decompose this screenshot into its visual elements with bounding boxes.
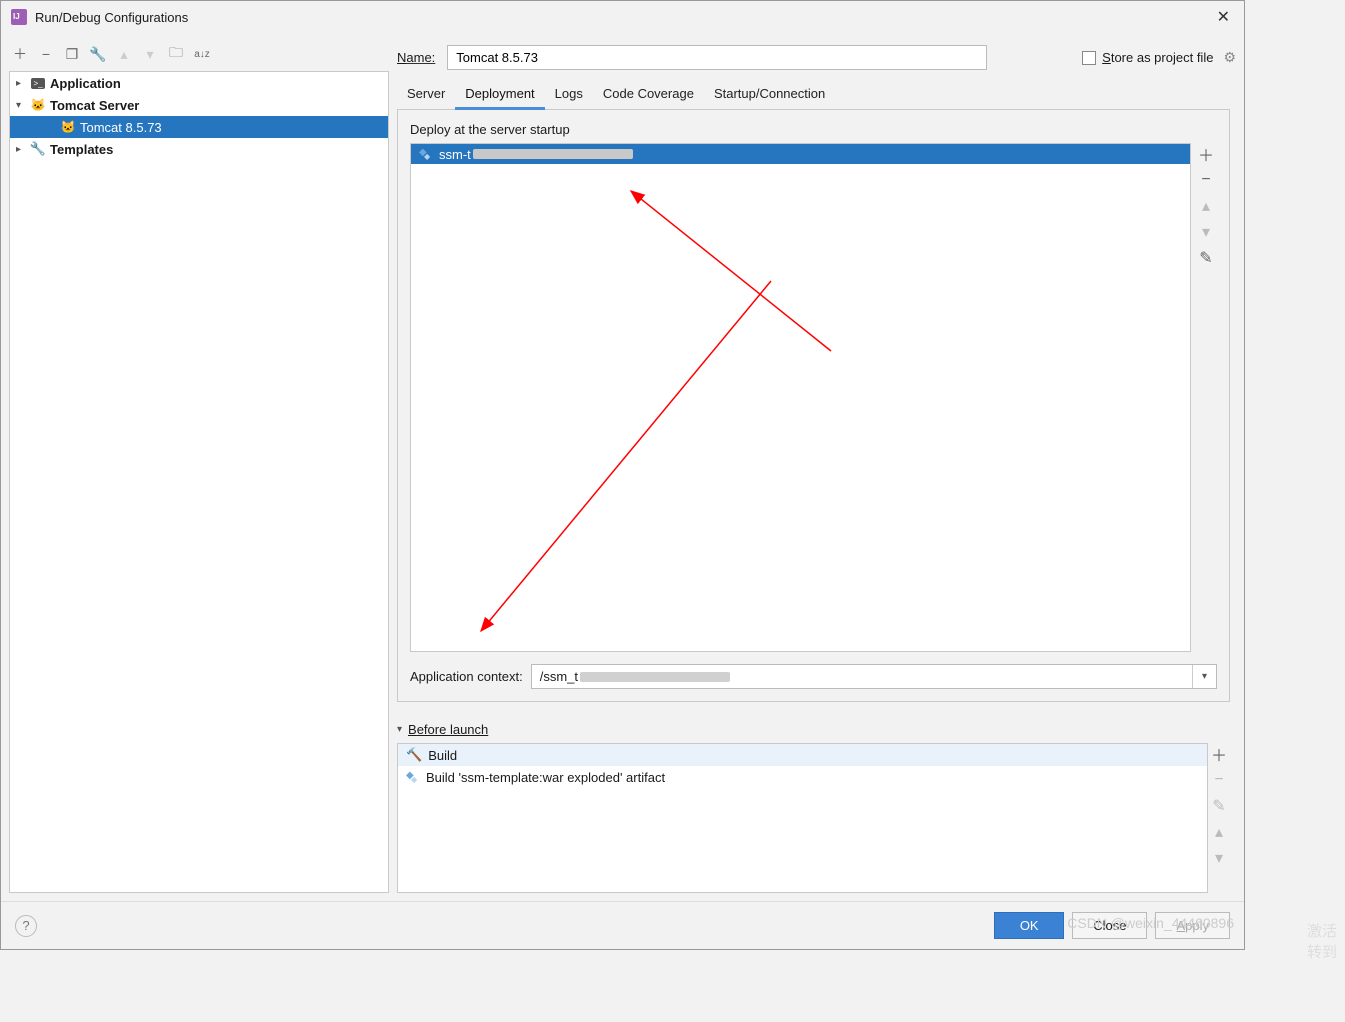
deploy-remove-button[interactable]: − (1197, 171, 1215, 189)
store-label: Store as project file (1102, 50, 1213, 65)
deploy-down-button[interactable]: ▾ (1197, 223, 1215, 241)
context-dropdown-button[interactable]: ▾ (1192, 665, 1216, 688)
deploy-add-button[interactable]: ＋ (1197, 145, 1215, 163)
tab-startup-connection[interactable]: Startup/Connection (704, 80, 835, 109)
deploy-edit-button[interactable]: ✎ (1197, 249, 1215, 267)
context-input[interactable]: /ssm_t (532, 665, 1192, 688)
artifact-icon (406, 770, 420, 784)
name-input[interactable] (447, 45, 987, 70)
wrench-icon[interactable]: 🔧 (89, 45, 107, 63)
tree-node-templates[interactable]: ▸🔧Templates (10, 138, 388, 160)
chevron-down-icon[interactable]: ▾ (397, 724, 402, 735)
watermark2: 激活转到 (1307, 920, 1337, 962)
left-panel: ＋ − ❐ 🔧 ▴ ▾ 🗀 a↓z ▸>_Application▾🐱Tomcat… (9, 41, 389, 893)
move-up-button[interactable]: ▴ (115, 45, 133, 63)
tree-node-application[interactable]: ▸>_Application (10, 72, 388, 94)
before-launch-title: Before launch (408, 722, 488, 737)
close-icon[interactable]: ✕ (1213, 7, 1234, 27)
context-label: Application context: (410, 669, 523, 684)
move-down-button[interactable]: ▾ (141, 45, 159, 63)
app-icon (11, 9, 27, 25)
hammer-icon: 🔨 (406, 747, 422, 763)
launch-toolbar: ＋ − ✎ ▴ ▾ (1208, 743, 1230, 893)
artifact-icon (419, 147, 433, 161)
apply-button[interactable]: Apply (1155, 912, 1230, 939)
gear-icon[interactable]: ⚙ (1223, 49, 1236, 66)
store-checkbox[interactable] (1082, 51, 1096, 65)
launch-add-button[interactable]: ＋ (1210, 745, 1228, 763)
tree-node-tomcat-8-5-73[interactable]: 🐱Tomcat 8.5.73 (10, 116, 388, 138)
deploy-up-button[interactable]: ▴ (1197, 197, 1215, 215)
config-tree[interactable]: ▸>_Application▾🐱Tomcat Server🐱Tomcat 8.5… (9, 71, 389, 893)
sort-button[interactable]: a↓z (193, 45, 211, 63)
window-title: Run/Debug Configurations (35, 10, 188, 25)
cancel-button[interactable]: Close (1072, 912, 1147, 939)
launch-item[interactable]: 🔨Build (398, 744, 1207, 766)
deploy-header: Deploy at the server startup (410, 122, 1217, 137)
dialog-window: Run/Debug Configurations ✕ ＋ − ❐ 🔧 ▴ ▾ 🗀… (0, 0, 1245, 950)
titlebar: Run/Debug Configurations ✕ (1, 1, 1244, 33)
launch-edit-button[interactable]: ✎ (1210, 797, 1228, 815)
right-panel: Name: Store as project file ⚙ ServerDepl… (397, 41, 1236, 893)
copy-button[interactable]: ❐ (63, 45, 81, 63)
config-toolbar: ＋ − ❐ 🔧 ▴ ▾ 🗀 a↓z (9, 41, 389, 71)
name-label: Name: (397, 50, 435, 65)
tab-logs[interactable]: Logs (545, 80, 593, 109)
tree-node-tomcat-server[interactable]: ▾🐱Tomcat Server (10, 94, 388, 116)
context-input-wrap[interactable]: /ssm_t ▾ (531, 664, 1217, 689)
launch-up-button[interactable]: ▴ (1210, 823, 1228, 841)
add-button[interactable]: ＋ (11, 45, 29, 63)
tab-deployment[interactable]: Deployment (455, 80, 544, 110)
folder-button[interactable]: 🗀 (167, 45, 185, 63)
before-launch-section: ▾ Before launch 🔨BuildBuild 'ssm-templat… (397, 720, 1230, 893)
launch-item[interactable]: Build 'ssm-template:war exploded' artifa… (398, 766, 1207, 788)
tab-server[interactable]: Server (397, 80, 455, 109)
dialog-footer: ? OK Close Apply (1, 901, 1244, 949)
remove-button[interactable]: − (37, 45, 55, 63)
launch-down-button[interactable]: ▾ (1210, 849, 1228, 867)
deploy-list[interactable]: ssm-t (410, 143, 1191, 652)
launch-remove-button[interactable]: − (1210, 771, 1228, 789)
deploy-toolbar: ＋ − ▴ ▾ ✎ (1195, 143, 1217, 652)
tab-bar: ServerDeploymentLogsCode CoverageStartup… (397, 80, 1230, 110)
before-launch-list[interactable]: 🔨BuildBuild 'ssm-template:war exploded' … (397, 743, 1208, 893)
ok-button[interactable]: OK (994, 912, 1064, 939)
deployment-panel: Deploy at the server startup ssm-t ＋ − ▴… (397, 110, 1230, 702)
tab-code-coverage[interactable]: Code Coverage (593, 80, 704, 109)
help-button[interactable]: ? (15, 915, 37, 937)
deploy-item[interactable]: ssm-t (411, 144, 1190, 164)
